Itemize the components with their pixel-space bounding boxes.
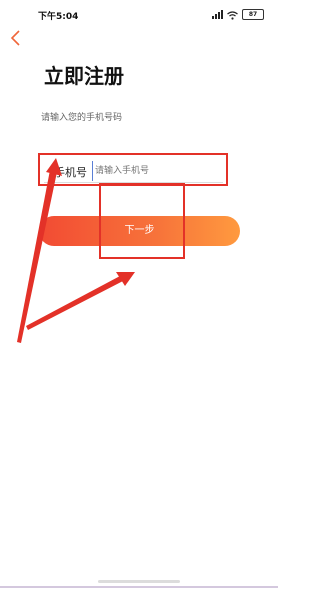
phone-input[interactable] [92, 161, 227, 181]
signal-icon [212, 9, 223, 19]
status-icons: 87 [212, 8, 264, 20]
battery-icon: 87 [242, 8, 264, 20]
arrow-to-button [26, 276, 123, 330]
phone-label: 手机号 [54, 166, 87, 179]
annotation-arrows [17, 158, 135, 343]
page-title: 立即注册 [44, 64, 124, 88]
phone-field-underline [44, 182, 223, 183]
arrow-to-input [17, 170, 57, 343]
status-time: 下午5:04 [38, 12, 79, 22]
status-bar: 下午5:04 87 [0, 0, 278, 30]
next-step-button[interactable]: 下一步 [39, 216, 240, 246]
home-indicator [98, 580, 180, 583]
bottom-bar [0, 586, 278, 588]
next-step-label: 下一步 [124, 225, 155, 236]
back-button[interactable] [8, 28, 24, 48]
chevron-left-icon [10, 30, 20, 46]
page-subtitle: 请输入您的手机号码 [41, 113, 123, 123]
arrow-head-button [116, 272, 135, 286]
wifi-icon [227, 5, 238, 24]
